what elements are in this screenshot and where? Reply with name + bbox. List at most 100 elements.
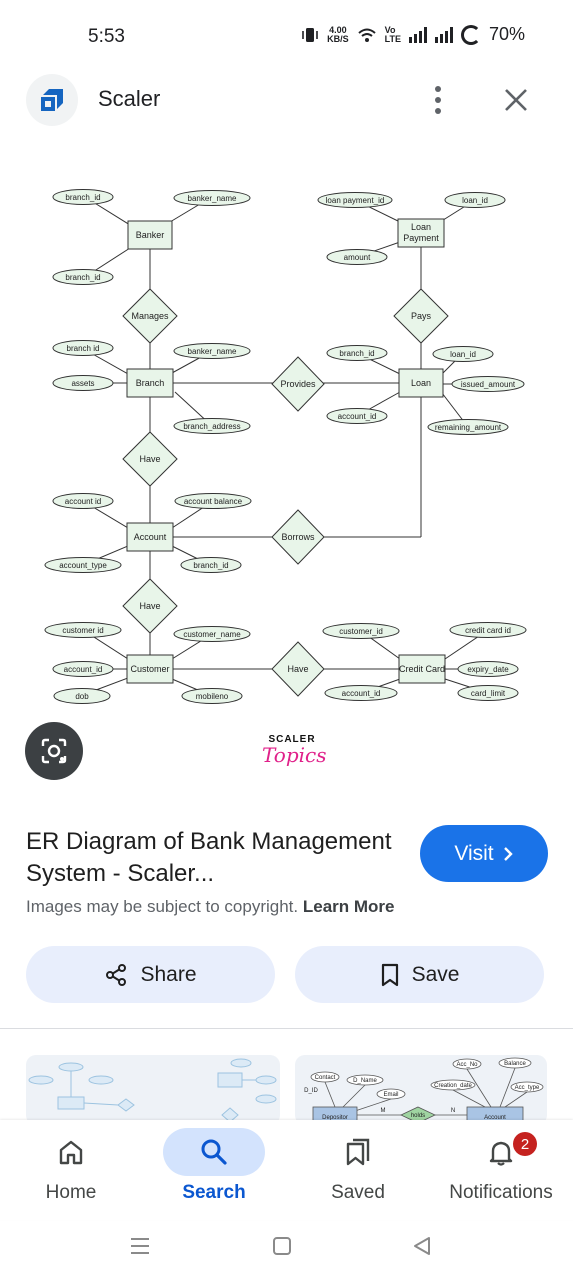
nav-home[interactable]: Home — [1, 1128, 141, 1204]
attr-card-limit: card_limit — [457, 685, 519, 701]
nav-home-label: Home — [45, 1182, 97, 1203]
attr-loan-branch-id: branch_id — [326, 345, 388, 361]
visit-label: Visit — [454, 841, 494, 865]
save-label: Save — [411, 962, 460, 986]
attr-loan-account-id: account_id — [326, 408, 388, 424]
attr-customer-name: customer_name — [173, 626, 251, 642]
svg-text:Have: Have — [287, 664, 308, 674]
svg-text:Account: Account — [134, 532, 167, 542]
signal-icon — [408, 26, 427, 43]
attr-account-balance: account balance — [174, 493, 252, 509]
related-image-2[interactable]: Contact D_Name D_ID Email Creation_date … — [295, 1055, 547, 1125]
svg-text:Loan: Loan — [411, 378, 431, 388]
thumb-label-d-id: D_ID — [304, 1088, 318, 1094]
share-button[interactable]: Share — [26, 946, 275, 1003]
svg-text:account_id: account_id — [342, 689, 381, 698]
result-title[interactable]: ER Diagram of Bank Management System - S… — [26, 826, 406, 890]
save-button[interactable]: Save — [295, 946, 544, 1003]
svg-text:branch_id: branch_id — [65, 273, 100, 282]
relationship-pays: Pays — [393, 288, 449, 344]
entity-account: Account — [126, 522, 174, 552]
more-options-icon[interactable] — [428, 84, 448, 116]
svg-text:loan payment_id: loan payment_id — [326, 196, 385, 205]
attr-amount: amount — [326, 249, 388, 265]
attr-branch-id: branch id — [52, 340, 114, 356]
thumb-label-acc-no: Acc_No — [456, 1062, 478, 1068]
back-icon[interactable] — [410, 1234, 434, 1258]
svg-text:Banker: Banker — [136, 230, 165, 240]
svg-text:credit card id: credit card id — [465, 626, 511, 635]
system-navigation-bar — [0, 1220, 573, 1280]
attr-card-account-id: account_id — [324, 685, 398, 701]
svg-text:account balance: account balance — [184, 497, 243, 506]
attr-dob: dob — [53, 688, 111, 704]
recent-apps-icon[interactable] — [128, 1234, 152, 1258]
attr-loan-id: loan_id — [432, 346, 494, 362]
attr-branch-address: branch_address — [173, 418, 251, 434]
result-image[interactable]: Banker Loan Payment Branch Loan Account C… — [0, 170, 573, 720]
svg-text:branch_id: branch_id — [193, 561, 228, 570]
attr-assets: assets — [52, 375, 114, 391]
bell-icon — [489, 1141, 513, 1166]
svg-text:Borrows: Borrows — [281, 532, 315, 542]
attributes: branch_id banker_name branch_id loan pay… — [44, 189, 527, 704]
attr-issued-amount: issued_amount — [451, 376, 525, 392]
relationship-manages: Manages — [122, 288, 178, 344]
svg-text:customer id: customer id — [62, 626, 103, 635]
attr-branch-banker-name: banker_name — [173, 343, 251, 359]
svg-text:Provides: Provides — [280, 379, 316, 389]
lens-icon — [41, 738, 67, 764]
svg-text:account_id: account_id — [64, 665, 103, 674]
battery-level: 70% — [488, 24, 525, 44]
svg-text:loan_id: loan_id — [450, 350, 476, 359]
battery-icon — [460, 24, 481, 45]
thumb-label-email: Email — [383, 1092, 398, 1098]
related-image-1[interactable] — [26, 1055, 280, 1125]
nav-notifications[interactable]: 2 Notifications — [431, 1128, 571, 1204]
thumb-label-acc-type: Acc_type — [515, 1085, 540, 1091]
site-logo[interactable] — [26, 74, 78, 126]
relationship-provides: Provides — [271, 356, 325, 412]
svg-text:Customer: Customer — [130, 664, 169, 674]
attr-banker-name: banker_name — [173, 190, 251, 206]
attr-card-customer-id: customer_id — [322, 623, 400, 639]
learn-more-link[interactable]: Learn More — [303, 897, 395, 916]
relationships: Manages Pays Provides Have Borrows Have — [122, 288, 449, 697]
share-icon — [106, 963, 127, 986]
speed-unit: KB/S — [327, 33, 349, 44]
status-time: 5:53 — [88, 26, 125, 47]
attr-remaining-amount: remaining_amount — [427, 419, 509, 435]
svg-text:Pays: Pays — [411, 311, 432, 321]
attr-banker-branch-id-2: branch_id — [52, 269, 114, 285]
signal-icon-2 — [434, 26, 453, 43]
search-pill — [163, 1128, 265, 1176]
attr-customer-id: customer id — [44, 622, 122, 638]
relationship-borrows: Borrows — [271, 509, 325, 565]
attr-credit-card-id: credit card id — [449, 622, 527, 638]
svg-text:branch_id: branch_id — [339, 349, 374, 358]
entity-banker: Banker — [127, 220, 173, 250]
nav-search[interactable]: Search — [144, 1128, 284, 1204]
network-speed: 4.00 KB/S — [327, 25, 349, 44]
relationship-have-account: Have — [122, 431, 178, 487]
copyright-text: Images may be subject to copyright. — [26, 897, 299, 916]
attr-lp-loan-id: loan_id — [444, 192, 506, 208]
lens-search-button[interactable] — [25, 722, 83, 780]
relationship-have-card: Have — [271, 641, 325, 697]
nav-saved[interactable]: Saved — [288, 1128, 428, 1204]
bookmark-icon — [381, 963, 398, 986]
svg-text:expiry_date: expiry_date — [467, 665, 509, 674]
svg-text:remaining_amount: remaining_amount — [435, 423, 502, 432]
attr-mobileno: mobileno — [181, 688, 243, 704]
attr-account-type: account_type — [44, 557, 122, 573]
notification-badge: 2 — [513, 1132, 537, 1156]
home-system-icon[interactable] — [270, 1234, 294, 1258]
svg-text:dob: dob — [75, 692, 89, 701]
visit-button[interactable]: Visit — [420, 825, 548, 882]
svg-text:Credit Card: Credit Card — [399, 664, 445, 674]
home-icon — [59, 1140, 83, 1165]
site-name[interactable]: Scaler — [98, 86, 160, 112]
svg-text:banker_name: banker_name — [188, 194, 237, 203]
close-icon[interactable] — [500, 84, 532, 116]
svg-text:branch id: branch id — [67, 344, 100, 353]
